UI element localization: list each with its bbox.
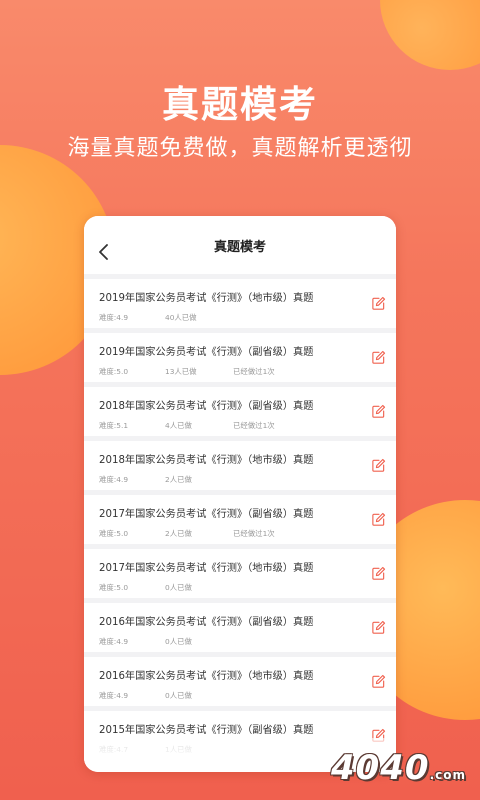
decorative-circle-top-right bbox=[380, 0, 480, 70]
exam-participants: 4人已做 bbox=[165, 421, 192, 430]
exam-title: 2018年国家公务员考试《行测》（地市级）真题 bbox=[99, 455, 314, 466]
exam-list-item[interactable]: 2018年国家公务员考试《行测》（地市级）真题 难度:4.9 2人已做 bbox=[84, 441, 396, 490]
exam-participants: 0人已做 bbox=[165, 637, 192, 646]
watermark-text: 4040 bbox=[330, 748, 430, 788]
exam-list-item[interactable]: 2016年国家公务员考试《行测》（地市级）真题 难度:4.9 0人已做 bbox=[84, 657, 396, 706]
phone-header: 真题模考 bbox=[84, 216, 396, 274]
exam-title: 2016年国家公务员考试《行测》（副省级）真题 bbox=[99, 617, 314, 628]
exam-title: 2019年国家公务员考试《行测》（地市级）真题 bbox=[99, 293, 314, 304]
edit-icon[interactable] bbox=[371, 350, 386, 365]
exam-difficulty: 难度:4.9 bbox=[99, 475, 129, 484]
exam-participants: 2人已做 bbox=[165, 529, 192, 538]
exam-title: 2017年国家公务员考试《行测》（地市级）真题 bbox=[99, 563, 314, 574]
exam-difficulty: 难度:5.0 bbox=[99, 529, 129, 538]
exam-difficulty: 难度:5.1 bbox=[99, 421, 129, 430]
exam-list-item[interactable]: 2017年国家公务员考试《行测》（副省级）真题 难度:5.0 2人已做 已经做过1次 bbox=[84, 495, 396, 544]
exam-title: 2018年国家公务员考试《行测》（副省级）真题 bbox=[99, 401, 314, 412]
edit-icon[interactable] bbox=[371, 296, 386, 311]
exam-participants: 0人已做 bbox=[165, 691, 192, 700]
exam-history: 已经做过1次 bbox=[233, 529, 275, 538]
exam-list-item[interactable]: 2018年国家公务员考试《行测》（副省级）真题 难度:5.1 4人已做 已经做过1次 bbox=[84, 387, 396, 436]
watermark-logo: 4040.com bbox=[331, 748, 466, 788]
exam-title: 2017年国家公务员考试《行测》（副省级）真题 bbox=[99, 509, 314, 520]
exam-title: 2015年国家公务员考试《行测》（副省级）真题 bbox=[99, 725, 314, 736]
exam-difficulty: 难度:5.0 bbox=[99, 583, 129, 592]
edit-icon[interactable] bbox=[371, 458, 386, 473]
edit-icon[interactable] bbox=[371, 566, 386, 581]
exam-participants: 40人已做 bbox=[165, 313, 197, 322]
exam-list-item[interactable]: 2019年国家公务员考试《行测》（副省级）真题 难度:5.0 13人已做 已经做过1次 bbox=[84, 333, 396, 382]
phone-mockup: 真题模考 2019年国家公务员考试《行测》（地市级）真题 难度:4.9 40人已做 2… bbox=[84, 216, 396, 772]
exam-list-item[interactable]: 2017年国家公务员考试《行测》（地市级）真题 难度:5.0 0人已做 bbox=[84, 549, 396, 598]
edit-icon[interactable] bbox=[371, 620, 386, 635]
chevron-left-icon[interactable] bbox=[94, 242, 114, 262]
exam-participants: 0人已做 bbox=[165, 583, 192, 592]
exam-list: 2019年国家公务员考试《行测》（地市级）真题 难度:4.9 40人已做 2019年国… bbox=[84, 274, 396, 760]
page-title: 真题模考 bbox=[213, 239, 266, 255]
exam-difficulty: 难度:4.9 bbox=[99, 637, 129, 646]
hero-subtitle: 海量真题免费做，真题解析更透彻 bbox=[67, 136, 413, 161]
exam-difficulty: 难度:5.0 bbox=[99, 367, 129, 376]
exam-title: 2019年国家公务员考试《行测》（副省级）真题 bbox=[99, 347, 314, 358]
edit-icon[interactable] bbox=[371, 404, 386, 419]
screen: 真题模考 海量真题免费做，真题解析更透彻 真题模考 2019年国家公务员考试《行… bbox=[0, 0, 480, 800]
edit-icon[interactable] bbox=[371, 512, 386, 527]
exam-title: 2016年国家公务员考试《行测》（地市级）真题 bbox=[99, 671, 314, 682]
exam-difficulty: 难度:4.9 bbox=[99, 691, 129, 700]
exam-difficulty: 难度:4.9 bbox=[99, 313, 129, 322]
exam-participants: 2人已做 bbox=[165, 475, 192, 484]
exam-list-item[interactable]: 2019年国家公务员考试《行测》（地市级）真题 难度:4.9 40人已做 bbox=[84, 279, 396, 328]
hero-title: 真题模考 bbox=[162, 83, 318, 126]
exam-history: 已经做过1次 bbox=[233, 367, 275, 376]
exam-list-item[interactable]: 2016年国家公务员考试《行测》（副省级）真题 难度:4.9 0人已做 bbox=[84, 603, 396, 652]
edit-icon[interactable] bbox=[371, 674, 386, 689]
exam-participants: 13人已做 bbox=[165, 367, 197, 376]
exam-history: 已经做过1次 bbox=[233, 421, 275, 430]
watermark-suffix: .com bbox=[429, 768, 466, 782]
